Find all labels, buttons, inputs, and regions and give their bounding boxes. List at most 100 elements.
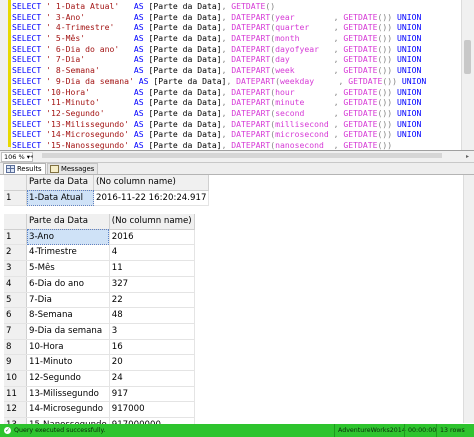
code-line[interactable]: SELECT '10-Hora' AS [Parte da Data], DAT…: [12, 87, 426, 98]
code-token: [Parte da Data]: [143, 107, 222, 118]
table-row[interactable]: 7 9-Dia da semana 3: [4, 323, 195, 340]
grid-cell[interactable]: 20: [109, 354, 195, 372]
table-row[interactable]: 3 5-Mês 11: [4, 260, 195, 277]
table-row[interactable]: 1 1-Data Atual 2016-11-22 16:20:24.917: [4, 190, 210, 207]
code-line[interactable]: SELECT '13-Milissegundo' AS [Parte da Da…: [12, 119, 426, 130]
table-row[interactable]: 6 8-Semana 48: [4, 307, 195, 324]
grid-cell[interactable]: 917: [109, 386, 195, 403]
row-number[interactable]: 9: [4, 354, 27, 372]
grid-cell[interactable]: 48: [109, 307, 195, 324]
results-vertical-scrollbar[interactable]: [463, 175, 474, 423]
table-row[interactable]: 4 6-Dia do ano 327: [4, 276, 195, 293]
editor-horizontal-scrollbar[interactable]: [38, 153, 458, 159]
row-number[interactable]: 6: [4, 307, 27, 324]
code-line[interactable]: SELECT ' 5-Mês' AS [Parte da Data], DATE…: [12, 33, 426, 44]
code-lines[interactable]: SELECT ' 1-Data Atual' AS [Parte da Data…: [12, 1, 426, 150]
row-number[interactable]: 2: [4, 244, 27, 262]
grid-cell[interactable]: 12-Segundo: [26, 370, 110, 387]
tab-messages[interactable]: Messages: [47, 163, 99, 174]
editor-vertical-scrollbar[interactable]: [461, 0, 474, 150]
column-header[interactable]: Parte da Data: [26, 214, 110, 230]
grid-cell[interactable]: 4: [109, 244, 195, 262]
grid-cell[interactable]: 6-Dia do ano: [26, 276, 110, 293]
grid-cell[interactable]: 5-Mês: [26, 260, 110, 277]
row-number[interactable]: 12: [4, 401, 27, 419]
code-token: AS: [133, 139, 144, 150]
query-editor[interactable]: SELECT ' 1-Data Atual' AS [Parte da Data…: [0, 0, 474, 151]
code-token: UNION: [392, 33, 422, 44]
table-row[interactable]: 1 3-Ano 2016: [4, 229, 195, 246]
table-row[interactable]: 5 7-Dia 22: [4, 292, 195, 309]
grid-cell[interactable]: 3-Ano: [26, 229, 110, 246]
code-token: SELECT: [12, 75, 47, 86]
zoom-dropdown[interactable]: 106 % ▾: [1, 152, 33, 162]
column-header[interactable]: (No column name): [93, 175, 210, 191]
scroll-left-icon[interactable]: ◂: [30, 151, 33, 162]
grid-cell[interactable]: 9-Dia da semana: [26, 323, 110, 340]
table-row[interactable]: 9 11-Minuto 20: [4, 354, 195, 372]
row-number[interactable]: 4: [4, 276, 27, 293]
code-line[interactable]: SELECT ' 7-Dia' AS [Parte da Data], DATE…: [12, 54, 426, 65]
code-line[interactable]: SELECT ' 9-Dia da semana' AS [Parte da D…: [12, 76, 426, 87]
grid-cell[interactable]: 8-Semana: [26, 307, 110, 324]
grid-cell[interactable]: 1-Data Atual: [26, 190, 94, 207]
row-number[interactable]: 10: [4, 370, 27, 387]
grid-cell[interactable]: 14-Microsegundo: [26, 401, 110, 419]
code-line[interactable]: SELECT ' 6-Dia do ano' AS [Parte da Data…: [12, 44, 426, 55]
row-number[interactable]: 11: [4, 386, 27, 403]
scroll-right-icon[interactable]: ▸: [466, 151, 469, 162]
editor-scroll-thumb[interactable]: [464, 40, 471, 74]
column-header[interactable]: Parte da Data: [26, 175, 94, 191]
grid-cell[interactable]: 22: [109, 292, 195, 309]
table-row[interactable]: 2 4-Trimestre 4: [4, 244, 195, 262]
code-line[interactable]: SELECT '14-Microsegundo' AS [Parte da Da…: [12, 129, 426, 140]
row-number[interactable]: 5: [4, 292, 27, 309]
code-line[interactable]: SELECT ' 8-Semana' AS [Parte da Data], D…: [12, 65, 426, 76]
code-line[interactable]: SELECT '11-Minuto' AS [Parte da Data], D…: [12, 97, 426, 108]
code-token: UNION: [392, 54, 422, 65]
table-row[interactable]: 10 12-Segundo 24: [4, 370, 195, 387]
code-token: ' 5-Mês': [46, 33, 86, 44]
grid-cell[interactable]: 2016-11-22 16:20:24.917: [93, 190, 210, 207]
grid-corner[interactable]: [4, 214, 27, 230]
table-row[interactable]: 8 10-Hora 16: [4, 339, 195, 356]
row-number[interactable]: 1: [4, 190, 27, 207]
grid-cell[interactable]: 327: [109, 276, 195, 293]
code-token: GETDATE: [338, 118, 378, 129]
tab-results[interactable]: Results: [3, 163, 46, 174]
code-line[interactable]: SELECT '12-Segundo' AS [Parte da Data], …: [12, 108, 426, 119]
code-line[interactable]: SELECT ' 1-Data Atual' AS [Parte da Data…: [12, 1, 426, 12]
code-line[interactable]: SELECT '15-Nanossegundo' AS [Parte da Da…: [12, 139, 426, 150]
code-token: ()): [377, 43, 393, 54]
horizontal-scroll-thumb[interactable]: [42, 153, 442, 158]
grid-cell[interactable]: 3: [109, 323, 195, 340]
grid-cell[interactable]: 11-Minuto: [26, 354, 110, 372]
grid-cell[interactable]: 7-Dia: [26, 292, 110, 309]
column-header[interactable]: (No column name): [109, 214, 195, 230]
grid-corner[interactable]: [4, 175, 27, 191]
grid-cell[interactable]: 16: [109, 339, 195, 356]
grid-cell[interactable]: 11: [109, 260, 195, 277]
row-number[interactable]: 1: [4, 229, 27, 246]
grid-cell[interactable]: 4-Trimestre: [26, 244, 110, 262]
grid-cell[interactable]: 24: [109, 370, 195, 387]
grid-cell[interactable]: 917000: [109, 401, 195, 419]
grid-cell[interactable]: 10-Hora: [26, 339, 110, 356]
table-row[interactable]: 11 13-Milissegundo 917: [4, 386, 195, 403]
table-row[interactable]: 12 14-Microsegundo 917000: [4, 401, 195, 419]
code-token: SELECT: [12, 107, 47, 118]
row-number[interactable]: 3: [4, 260, 27, 277]
results-tab-strip: Results Messages: [0, 163, 474, 175]
code-line[interactable]: SELECT ' 3-Ano' AS [Parte da Data], DATE…: [12, 12, 426, 23]
grid-header-row: Parte da Data (No column name): [4, 175, 210, 191]
row-number[interactable]: 8: [4, 339, 27, 356]
code-line[interactable]: SELECT ' 4-Trimestre' AS [Parte da Data]…: [12, 22, 426, 33]
grid-cell[interactable]: 2016: [109, 229, 195, 246]
grid-cell[interactable]: 13-Milissegundo: [26, 386, 110, 403]
row-number[interactable]: 7: [4, 323, 27, 340]
message-icon: [50, 165, 59, 173]
